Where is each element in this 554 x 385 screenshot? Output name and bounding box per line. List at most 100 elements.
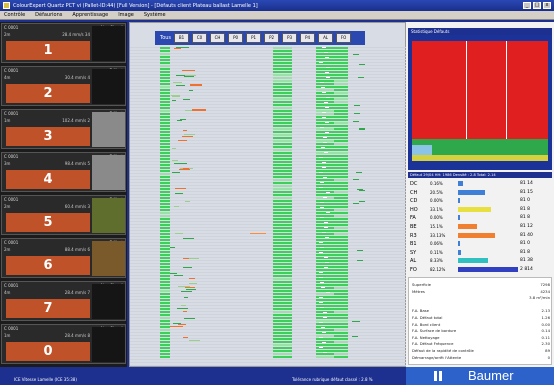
defect-row[interactable]: DC 0.16% 81 14 bbox=[408, 180, 552, 188]
grid-row-line bbox=[130, 266, 407, 267]
filter-tab[interactable]: P4 bbox=[300, 33, 316, 43]
defect-cell bbox=[160, 275, 170, 277]
menu-systeme[interactable]: Système bbox=[144, 12, 166, 18]
menu-defaurions[interactable]: Défaurions bbox=[35, 12, 62, 18]
defect-cell bbox=[160, 251, 170, 253]
defect-cell bbox=[334, 164, 348, 166]
defect-cell bbox=[160, 188, 170, 190]
filter-tab[interactable]: P1 bbox=[246, 33, 262, 43]
camera-thumbnail[interactable] bbox=[92, 198, 125, 233]
filter-tab[interactable]: C0 bbox=[192, 33, 208, 43]
defect-cell bbox=[160, 167, 170, 169]
camera-panel[interactable]: C 0001Défaut2m88.4 mm/s 66 bbox=[1, 238, 126, 278]
camera-number[interactable]: 5 bbox=[6, 213, 90, 232]
grid-row-line bbox=[130, 194, 407, 195]
stats-value: 2.13 bbox=[541, 308, 550, 314]
defect-row[interactable]: FA 0.00% 81 8 bbox=[408, 214, 552, 222]
filter-tab[interactable]: B1 bbox=[174, 33, 190, 43]
defect-row[interactable]: CH 20.5% 81 15 bbox=[408, 189, 552, 197]
defect-mark bbox=[184, 297, 188, 298]
defect-cell bbox=[334, 203, 348, 205]
camera-thumbnail[interactable] bbox=[92, 26, 125, 61]
defect-cell bbox=[160, 263, 170, 265]
camera-number[interactable]: 0 bbox=[6, 342, 90, 361]
camera-panel[interactable]: C 0001Défaut3m98.4 mm/s 54 bbox=[1, 152, 126, 192]
defect-row[interactable]: CD 0.00% 81 0 bbox=[408, 197, 552, 205]
filter-tab[interactable]: AL bbox=[318, 33, 334, 43]
menu-image[interactable]: Image bbox=[118, 12, 134, 18]
defect-mark bbox=[178, 324, 186, 325]
maximize-button[interactable]: □ bbox=[533, 2, 541, 9]
defect-count: 81 0 bbox=[520, 198, 531, 204]
defect-map-grid[interactable] bbox=[130, 47, 407, 367]
defect-row[interactable]: HO 33.1% 81 8 bbox=[408, 206, 552, 214]
defect-cell bbox=[334, 299, 348, 301]
defect-cell bbox=[160, 242, 170, 244]
defect-row[interactable]: B1 0.06% 81 0 bbox=[408, 240, 552, 248]
camera-number[interactable]: 7 bbox=[6, 299, 90, 318]
menu-apprentissage[interactable]: Apprentissage bbox=[72, 12, 108, 18]
camera-panel[interactable]: C 0001Non Classé4m28.4 mm/s 77 bbox=[1, 281, 126, 321]
defect-cell bbox=[334, 287, 348, 289]
camera-thumbnail[interactable] bbox=[92, 155, 125, 190]
camera-number[interactable]: 2 bbox=[6, 84, 90, 103]
defect-cell bbox=[334, 356, 348, 358]
menu-controle[interactable]: Contrôle bbox=[4, 12, 25, 18]
defect-cell bbox=[316, 128, 335, 130]
stats-row: 3.8 m²/min bbox=[412, 295, 550, 300]
camera-panel[interactable]: C 0001Non Classé2m28.4 mm/s 341 bbox=[1, 23, 126, 63]
defect-percent: 33.1% bbox=[430, 206, 443, 212]
defect-mark bbox=[189, 278, 195, 279]
defect-cell bbox=[160, 65, 170, 67]
camera-number[interactable]: 1 bbox=[6, 41, 90, 60]
camera-thumbnail[interactable] bbox=[92, 241, 125, 276]
camera-panel[interactable]: C 0001Défaut4m30.4 mm/s 42 bbox=[1, 66, 126, 106]
defect-row[interactable]: R3 33.13% 81 40 bbox=[408, 232, 552, 240]
defect-cell bbox=[316, 158, 335, 160]
defect-cell bbox=[273, 239, 292, 241]
camera-thumbnail[interactable] bbox=[92, 69, 125, 104]
close-button[interactable]: x bbox=[543, 2, 551, 9]
defect-cell bbox=[160, 143, 170, 145]
camera-number[interactable]: 6 bbox=[6, 256, 90, 275]
filter-tab[interactable]: P3 bbox=[282, 33, 298, 43]
defect-cell bbox=[316, 98, 335, 100]
defect-cell bbox=[321, 147, 325, 148]
defect-mark bbox=[354, 113, 360, 114]
filter-all-label[interactable]: Tous bbox=[160, 33, 171, 43]
defect-cell bbox=[273, 344, 292, 346]
defect-cell bbox=[160, 62, 170, 64]
camera-panel[interactable]: C 0001Défaut2m60.4 mm/s 35 bbox=[1, 195, 126, 235]
defect-cell bbox=[160, 272, 170, 274]
defect-count: 81 0 bbox=[520, 241, 531, 247]
defect-row[interactable]: SY 0.11% 81 8 bbox=[408, 249, 552, 257]
defect-cell bbox=[273, 89, 292, 91]
filter-tab[interactable]: CH bbox=[210, 33, 226, 43]
defect-cell bbox=[273, 131, 292, 133]
camera-number[interactable]: 3 bbox=[6, 127, 90, 146]
filter-tab[interactable]: P2 bbox=[264, 33, 280, 43]
grid-row-line bbox=[130, 161, 407, 162]
defect-row[interactable]: FO 82.12% 2 814 bbox=[408, 266, 552, 274]
filter-tab[interactable]: P0 bbox=[228, 33, 244, 43]
filter-tab[interactable]: FO bbox=[336, 33, 352, 43]
camera-thumbnail[interactable] bbox=[92, 112, 125, 147]
defect-cell bbox=[273, 74, 292, 76]
defect-cell bbox=[273, 284, 292, 286]
defect-mark bbox=[175, 233, 183, 234]
minimize-button[interactable]: _ bbox=[523, 2, 531, 9]
defect-cell bbox=[160, 83, 170, 85]
defect-row[interactable]: BE 15.1% 81 12 bbox=[408, 223, 552, 231]
stats-label: F.A. Surface de bordure bbox=[412, 328, 457, 334]
defect-cell bbox=[334, 128, 348, 130]
defect-cell bbox=[273, 194, 292, 196]
defect-cell bbox=[316, 233, 335, 235]
camera-number[interactable]: 4 bbox=[6, 170, 90, 189]
grid-row-line bbox=[130, 338, 407, 339]
camera-thumbnail[interactable] bbox=[92, 284, 125, 319]
defect-row[interactable]: AL 8.33% 81 38 bbox=[408, 257, 552, 265]
defect-cell bbox=[273, 68, 292, 70]
camera-thumbnail[interactable] bbox=[92, 327, 125, 362]
camera-panel[interactable]: C 0001Non Classé1m28.4 mm/s 80 bbox=[1, 324, 126, 364]
camera-panel[interactable]: C 0001Défaut1m102.4 mm/s 23 bbox=[1, 109, 126, 149]
